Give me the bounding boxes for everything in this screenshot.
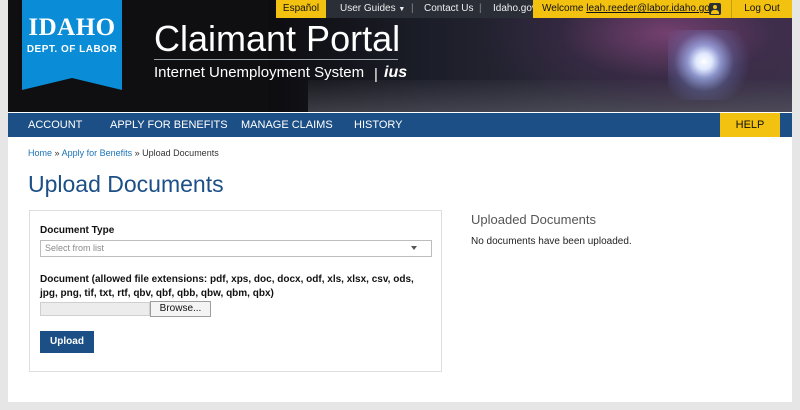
breadcrumb-home[interactable]: Home xyxy=(28,148,52,158)
utility-links-bar: User Guides ▼ | Contact Us | Idaho.gov xyxy=(326,0,537,19)
page-title: Upload Documents xyxy=(28,171,224,197)
user-guides-label: User Guides xyxy=(340,3,396,14)
portal-title: Claimant Portal xyxy=(154,18,401,59)
document-type-label: Document Type xyxy=(40,225,115,236)
chevron-down-icon: ▼ xyxy=(398,6,406,13)
browse-button[interactable]: Browse... xyxy=(150,301,211,317)
no-documents-message: No documents have been uploaded. xyxy=(471,236,632,247)
logo-ribbon-tail xyxy=(22,78,122,90)
utility-separator: | xyxy=(479,3,482,14)
help-button[interactable]: HELP xyxy=(720,113,780,137)
document-type-select[interactable]: Select from list xyxy=(40,240,432,257)
breadcrumb: Home » Apply for Benefits » Upload Docum… xyxy=(28,148,219,158)
utility-separator: | xyxy=(411,3,414,14)
idaho-gov-link[interactable]: Idaho.gov xyxy=(493,0,537,18)
breadcrumb-apply-for-benefits[interactable]: Apply for Benefits xyxy=(62,148,133,158)
header-banner: IDAHO DEPT. OF LABOR Claimant Portal Int… xyxy=(8,0,792,112)
welcome-user: Welcome leah.reeder@labor.idaho.gov xyxy=(533,0,731,18)
nav-item-apply-for-benefits[interactable]: APPLY FOR BENEFITS xyxy=(110,113,228,137)
idaho-dol-logo[interactable]: IDAHO DEPT. OF LABOR xyxy=(22,0,122,78)
nav-item-history[interactable]: HISTORY xyxy=(354,113,403,137)
logo-idaho-text: IDAHO xyxy=(28,14,116,41)
document-type-placeholder: Select from list xyxy=(45,243,105,253)
welcome-label: Welcome xyxy=(542,3,587,14)
nav-item-manage-claims[interactable]: MANAGE CLAIMS xyxy=(241,113,333,137)
breadcrumb-current: Upload Documents xyxy=(142,148,219,158)
user-icon[interactable] xyxy=(709,3,721,15)
main-nav: ACCOUNT APPLY FOR BENEFITS MANAGE CLAIMS… xyxy=(8,113,792,137)
espanol-link[interactable]: Español xyxy=(276,0,326,18)
document-label: Document (allowed file extensions: pdf, … xyxy=(40,274,414,299)
uploaded-documents-heading: Uploaded Documents xyxy=(471,212,597,227)
upload-form-panel: Document Type Select from list Document … xyxy=(29,210,442,372)
breadcrumb-separator: » xyxy=(134,148,140,158)
user-email-link[interactable]: leah.reeder@labor.idaho.gov xyxy=(586,3,715,14)
caret-down-icon xyxy=(411,246,417,250)
file-path-field[interactable] xyxy=(40,302,150,316)
upload-button[interactable]: Upload xyxy=(40,331,94,353)
subtitle-separator: | xyxy=(374,66,378,83)
page-frame: IDAHO DEPT. OF LABOR Claimant Portal Int… xyxy=(8,0,792,402)
portal-subtitle: Internet Unemployment System xyxy=(154,64,365,81)
breadcrumb-separator: » xyxy=(54,148,60,158)
logo-dept-text: DEPT. OF LABOR xyxy=(26,44,118,55)
user-guides-dropdown[interactable]: User Guides ▼ xyxy=(340,0,405,19)
ius-logo: ius xyxy=(384,64,408,81)
banner-welding-spark xyxy=(668,30,758,100)
logout-button[interactable]: Log Out xyxy=(731,0,792,18)
title-divider xyxy=(154,59,398,60)
contact-us-link[interactable]: Contact Us xyxy=(424,0,473,18)
nav-item-account[interactable]: ACCOUNT xyxy=(28,113,82,137)
